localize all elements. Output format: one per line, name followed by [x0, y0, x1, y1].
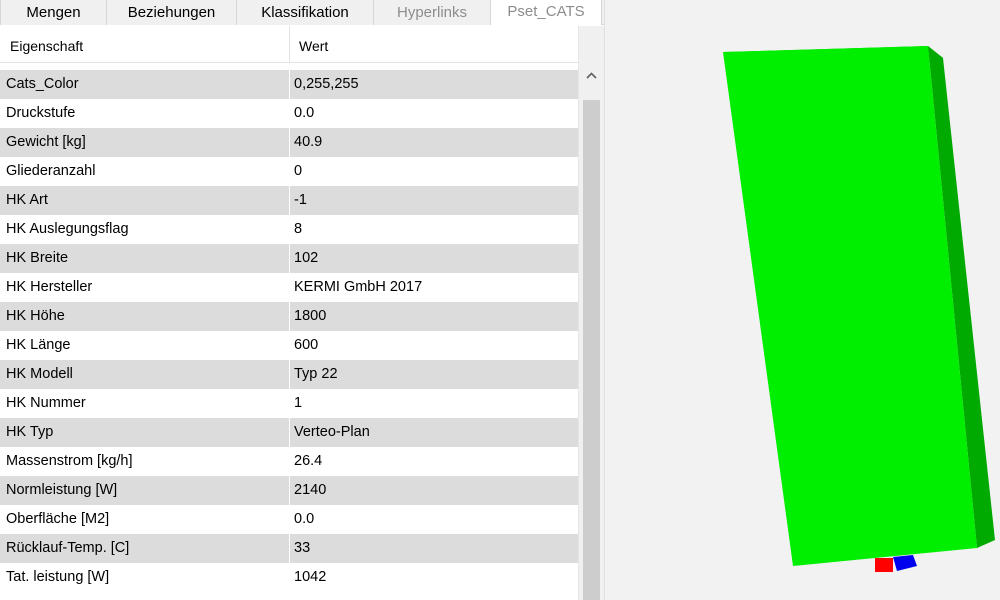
property-value-cell[interactable]: -1 [291, 186, 578, 215]
property-value-cell[interactable]: 0.0 [291, 505, 578, 534]
property-value-cell[interactable]: 0,255,255 [291, 70, 578, 99]
property-value-cell[interactable]: 600 [291, 331, 578, 360]
property-value-cell[interactable]: 1800 [291, 302, 578, 331]
property-value-cell[interactable]: 26.4 [291, 447, 578, 476]
table-row[interactable]: Massenstrom [kg/h] 26.4 [0, 447, 578, 476]
table-row[interactable]: Normleistung [W] 2140 [0, 476, 578, 505]
property-name-cell: Gewicht [kg] [0, 128, 290, 157]
property-value-cell[interactable]: 40.9 [291, 128, 578, 157]
tab-hyperlinks[interactable]: Hyperlinks [373, 0, 491, 25]
table-row[interactable]: HK Art -1 [0, 186, 578, 215]
grid-rows: Auslegeleistung [W]824Cats_Color0,255,25… [0, 63, 578, 600]
property-grid: Eigenschaft Wert Auslegeleistung [W]824C… [0, 26, 578, 600]
property-name-cell: Tat. leistung [W] [0, 563, 290, 592]
tab-beziehungen[interactable]: Beziehungen [106, 0, 237, 25]
property-name-cell: HK Hersteller [0, 273, 290, 302]
connector-left [875, 558, 893, 572]
table-row[interactable]: HK Breite 102 [0, 244, 578, 273]
property-value-cell[interactable]: 824 [291, 63, 578, 70]
property-name-cell: HK Auslegungsflag [0, 215, 290, 244]
property-name-cell: Oberfläche [M2] [0, 505, 290, 534]
table-row[interactable]: Rücklauf-Temp. [C] 33 [0, 534, 578, 563]
property-value-cell[interactable]: 1 [291, 389, 578, 418]
table-row[interactable]: HK Modell Typ 22 [0, 360, 578, 389]
property-value-cell[interactable]: 0.0 [291, 99, 578, 128]
scroll-up-button[interactable] [579, 63, 604, 88]
tab-pset-cats[interactable]: Pset_CATS [490, 0, 602, 25]
property-name-cell: Normleistung [W] [0, 476, 290, 505]
property-value-cell[interactable]: 1042 [291, 563, 578, 592]
table-row[interactable]: Oberfläche [M2] 0.0 [0, 505, 578, 534]
property-value-cell[interactable]: 0 [291, 157, 578, 186]
table-row[interactable]: HK Auslegungsflag 8 [0, 215, 578, 244]
property-value-cell[interactable]: 2140 [291, 476, 578, 505]
table-row[interactable]: HK Höhe 1800 [0, 302, 578, 331]
property-name-cell: HK Höhe [0, 302, 290, 331]
tab-mengen[interactable]: Mengen [0, 0, 107, 25]
table-row[interactable]: Druckstufe 0.0 [0, 99, 578, 128]
table-row[interactable]: Auslegeleistung [W]824 [0, 63, 578, 70]
table-row[interactable]: Tat. leistung [W] 1042 [0, 563, 578, 592]
connector-right [893, 555, 917, 571]
property-value-cell[interactable]: KERMI GmbH 2017 [291, 273, 578, 302]
table-row[interactable]: Cats_Color 0,255,255 [0, 70, 578, 99]
property-name-cell: Gliederanzahl [0, 157, 290, 186]
table-row[interactable]: Gliederanzahl 0 [0, 157, 578, 186]
table-row[interactable]: HK Hersteller KERMI GmbH 2017 [0, 273, 578, 302]
property-name-cell: HK Breite [0, 244, 290, 273]
property-name-cell: HK Länge [0, 331, 290, 360]
table-row[interactable]: HK Typ Verteo-Plan [0, 418, 578, 447]
table-row[interactable]: HK Länge 600 [0, 331, 578, 360]
tab-bar: Mengen Beziehungen Klassifikation Hyperl… [0, 0, 604, 25]
property-name-cell: HK Art [0, 186, 290, 215]
property-name-cell: HK Nummer [0, 389, 290, 418]
vertical-scrollbar[interactable] [578, 26, 604, 600]
property-name-cell: Cats_Color [0, 70, 290, 99]
property-value-cell[interactable]: 8 [291, 215, 578, 244]
property-value-cell[interactable]: Typ 22 [291, 360, 578, 389]
property-value-cell[interactable]: 102 [291, 244, 578, 273]
chevron-up-icon [586, 72, 597, 79]
property-name-cell: HK Modell [0, 360, 290, 389]
radiator-model [723, 46, 995, 572]
property-name-cell: Auslegeleistung [W] [0, 63, 290, 70]
grid-rows-content: Auslegeleistung [W]824Cats_Color0,255,25… [0, 63, 578, 592]
property-name-cell: Massenstrom [kg/h] [0, 447, 290, 476]
table-row[interactable]: HK Nummer 1 [0, 389, 578, 418]
property-value-cell[interactable]: 33 [291, 534, 578, 563]
column-header-value[interactable]: Wert [291, 26, 578, 63]
grid-header: Eigenschaft Wert [0, 26, 578, 63]
property-name-cell: Druckstufe [0, 99, 290, 128]
column-header-property[interactable]: Eigenschaft [0, 26, 290, 63]
table-row[interactable]: Gewicht [kg] 40.9 [0, 128, 578, 157]
tab-klassifikation[interactable]: Klassifikation [236, 0, 374, 25]
3d-viewport[interactable] [604, 0, 1000, 600]
property-name-cell: HK Typ [0, 418, 290, 447]
properties-panel: Mengen Beziehungen Klassifikation Hyperl… [0, 0, 604, 600]
property-name-cell: Rücklauf-Temp. [C] [0, 534, 290, 563]
scroll-thumb[interactable] [583, 100, 600, 600]
property-value-cell[interactable]: Verteo-Plan [291, 418, 578, 447]
